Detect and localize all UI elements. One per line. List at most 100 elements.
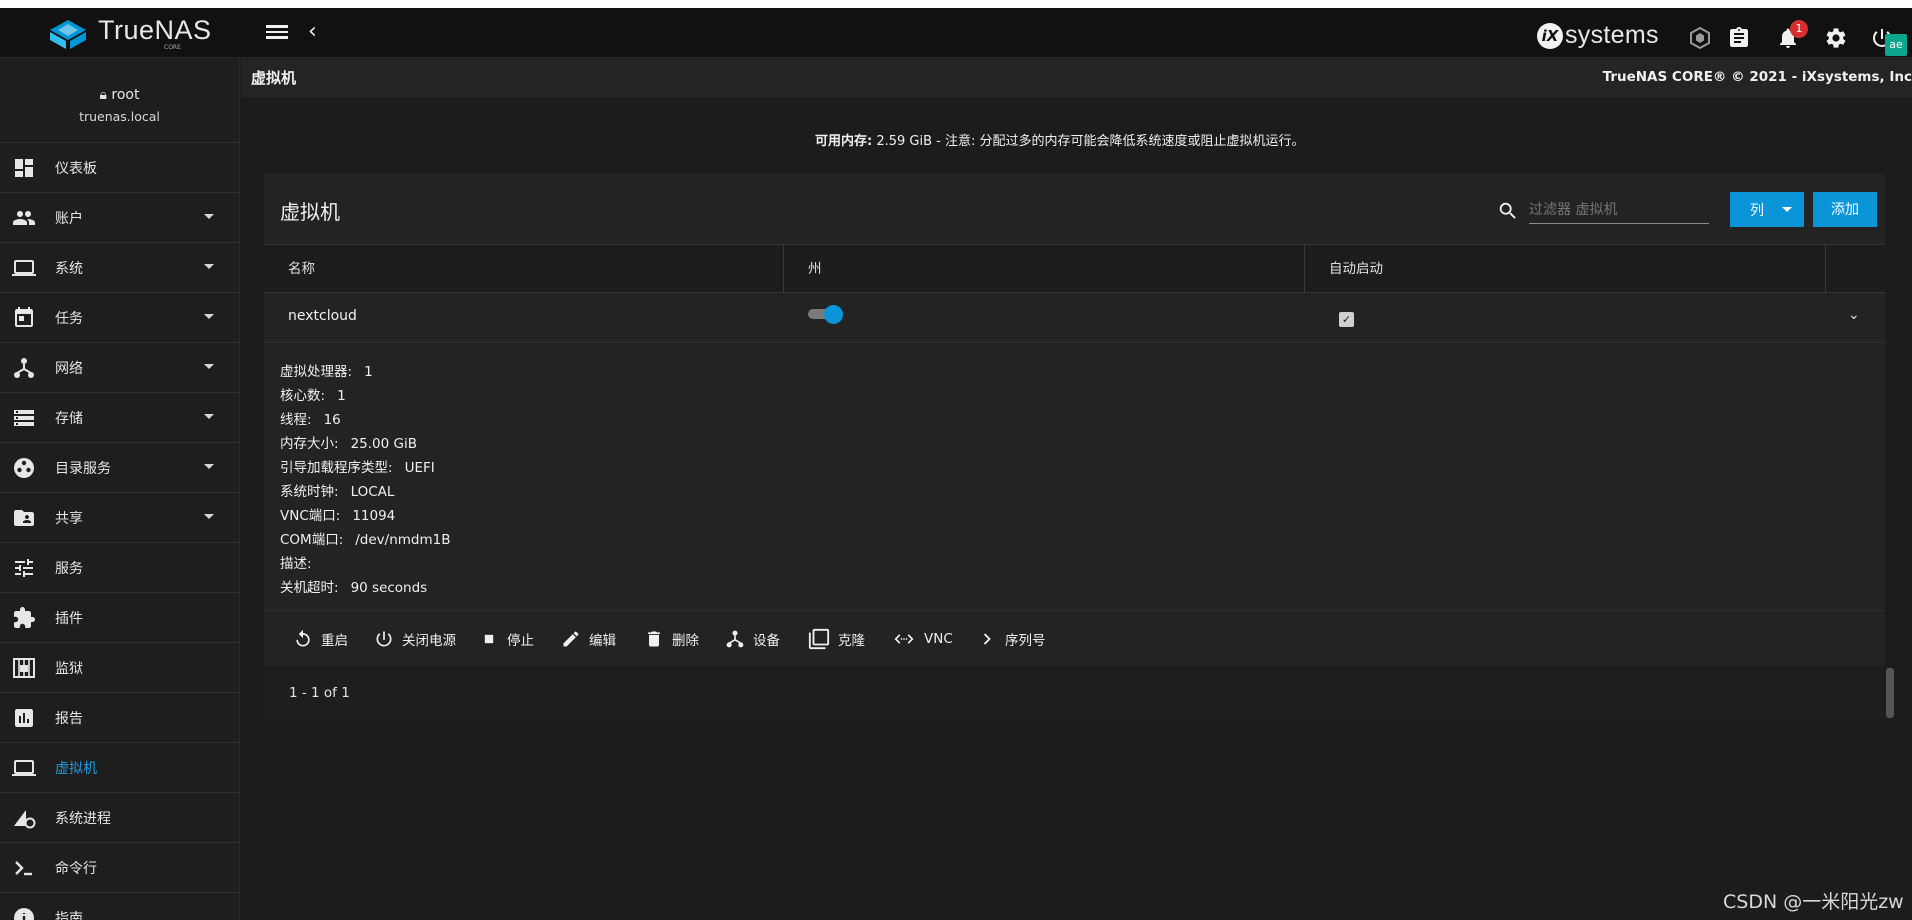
- network-icon: [14, 358, 34, 378]
- clipboard-icon[interactable]: [1727, 26, 1751, 50]
- sidebar-item-0[interactable]: 仪表板: [0, 143, 239, 193]
- copy-icon: [808, 628, 830, 650]
- power-off-button[interactable]: 关闭电源: [374, 625, 456, 653]
- stop-icon: [484, 634, 494, 644]
- detail-key: VNC端口:: [280, 508, 341, 524]
- sidebar-item-label: 账户: [55, 210, 83, 227]
- detail-key: 线程:: [280, 412, 312, 428]
- code-arrows-icon: [894, 634, 914, 644]
- detail-key: 引导加载程序类型:: [280, 460, 393, 476]
- sidebar-item-3[interactable]: 任务: [0, 293, 239, 343]
- terminal-icon: [15, 861, 32, 876]
- detail-row: 系统时钟: LOCAL: [280, 480, 451, 504]
- chevron-down-icon: [204, 464, 214, 469]
- sidebar-item-6[interactable]: 目录服务: [0, 443, 239, 493]
- sidebar-item-8[interactable]: 服务: [0, 543, 239, 593]
- page-title: 虚拟机: [251, 69, 297, 87]
- computer-icon: [12, 760, 36, 776]
- chevron-down-icon: [204, 414, 214, 419]
- sidebar-item-5[interactable]: 存储: [0, 393, 239, 443]
- sidebar-item-label: 命令行: [55, 860, 97, 877]
- detail-row: 虚拟处理器: 1: [280, 360, 451, 384]
- people-icon: [13, 211, 35, 225]
- table-row[interactable]: nextcloud ✓ ⌄: [264, 293, 1885, 343]
- detail-value: 1: [364, 364, 373, 380]
- autostart-checkbox[interactable]: ✓: [1339, 312, 1354, 327]
- info-icon: [14, 908, 34, 920]
- truenas-logo-icon: [50, 20, 86, 49]
- column-header-autostart[interactable]: 自动启动: [1305, 245, 1826, 293]
- detail-value: LOCAL: [350, 484, 395, 500]
- table-title: 虚拟机: [280, 200, 340, 224]
- detail-value: 1: [337, 388, 346, 404]
- sidebar-item-14[interactable]: 命令行: [0, 843, 239, 893]
- sidebar-item-label: 任务: [55, 310, 83, 327]
- detail-key: 关机超时:: [280, 580, 339, 596]
- sidebar-item-1[interactable]: 账户: [0, 193, 239, 243]
- add-button[interactable]: 添加: [1813, 192, 1877, 227]
- column-header-name[interactable]: 名称: [264, 245, 784, 293]
- truecommand-icon[interactable]: [1688, 26, 1712, 50]
- search-input[interactable]: [1529, 196, 1709, 224]
- sidebar-item-12[interactable]: 虚拟机: [0, 743, 239, 793]
- sidebar-item-7[interactable]: 共享: [0, 493, 239, 543]
- scrollbar[interactable]: [1886, 668, 1894, 718]
- menu-toggle-icon[interactable]: [265, 22, 289, 44]
- expand-chevron-icon[interactable]: ⌄: [1848, 307, 1860, 323]
- detail-row: 描述:: [280, 552, 451, 576]
- directory-icon: [14, 458, 34, 478]
- truenas-logo[interactable]: TrueNAS CORE: [48, 17, 212, 51]
- detail-key: 描述:: [280, 556, 312, 572]
- sidebar-item-label: 共享: [55, 510, 83, 527]
- sidebar-item-15[interactable]: 指南: [0, 893, 239, 920]
- detail-row: 引导加载程序类型: UEFI: [280, 456, 451, 480]
- chevron-down-icon: [204, 514, 214, 519]
- sidebar-item-label: 存储: [55, 410, 83, 427]
- vm-actions: 重启 关闭电源 停止 编辑 删除 设备 克隆 VNC 序列号: [264, 610, 1885, 666]
- memory-notice: 可用内存: 2.59 GiB - 注意: 分配过多的内存可能会降低系统速度或阻止…: [815, 130, 1305, 149]
- sidebar-item-label: 目录服务: [55, 460, 111, 477]
- serial-button[interactable]: 序列号: [977, 625, 1046, 653]
- process-icon: [14, 810, 36, 829]
- restart-icon: [296, 629, 310, 647]
- pencil-icon: [563, 631, 579, 647]
- sidebar-item-9[interactable]: 插件: [0, 593, 239, 643]
- edit-button[interactable]: 编辑: [561, 625, 616, 653]
- sidebar-item-label: 指南: [55, 910, 83, 920]
- clone-button[interactable]: 克隆: [808, 625, 865, 653]
- detail-value: 25.00 GiB: [350, 436, 417, 452]
- sidebar-item-13[interactable]: 系统进程: [0, 793, 239, 843]
- vnc-button[interactable]: VNC: [892, 625, 953, 653]
- sidebar: 🔒︎ root truenas.local 仪表板 账户 系统 任务 网络 存储 目录服务共…: [0, 59, 240, 920]
- detail-key: 虚拟处理器:: [280, 364, 353, 380]
- sidebar-item-4[interactable]: 网络: [0, 343, 239, 393]
- gear-icon[interactable]: [1824, 26, 1848, 50]
- sidebar-item-11[interactable]: 报告: [0, 693, 239, 743]
- detail-value: UEFI: [404, 460, 435, 476]
- watermark: CSDN @一米阳光zw: [1723, 891, 1904, 913]
- sidebar-item-10[interactable]: 监狱: [0, 643, 239, 693]
- detail-row: 核心数: 1: [280, 384, 451, 408]
- column-header-state[interactable]: 州: [784, 245, 1305, 293]
- ixsystems-logo[interactable]: iX systems: [1537, 21, 1659, 50]
- notification-badge: 1: [1790, 20, 1808, 38]
- restart-button[interactable]: 重启: [293, 625, 348, 653]
- devices-button[interactable]: 设备: [725, 625, 780, 653]
- sidebar-item-2[interactable]: 系统: [0, 243, 239, 293]
- trash-icon: [648, 631, 660, 647]
- delete-button[interactable]: 删除: [644, 625, 699, 653]
- state-toggle[interactable]: [808, 305, 844, 324]
- window-top-edge: [0, 0, 1912, 8]
- sidebar-item-label: 虚拟机: [55, 760, 97, 777]
- collapse-chevron-icon[interactable]: ‹: [308, 19, 317, 44]
- vm-name: nextcloud: [288, 308, 357, 324]
- avatar[interactable]: ae: [1885, 34, 1907, 56]
- page-header: 虚拟机 TrueNAS CORE® © 2021 - iXsystems, In…: [241, 59, 1912, 97]
- stop-button[interactable]: 停止: [479, 625, 534, 653]
- detail-row: COM端口: /dev/nmdm1B: [280, 528, 451, 552]
- ix-circle-icon: iX: [1537, 22, 1563, 49]
- columns-button[interactable]: 列: [1730, 192, 1804, 227]
- sidebar-item-label: 系统进程: [55, 810, 111, 827]
- chevron-down-icon: [1782, 207, 1792, 212]
- detail-row: 关机超时: 90 seconds: [280, 576, 451, 600]
